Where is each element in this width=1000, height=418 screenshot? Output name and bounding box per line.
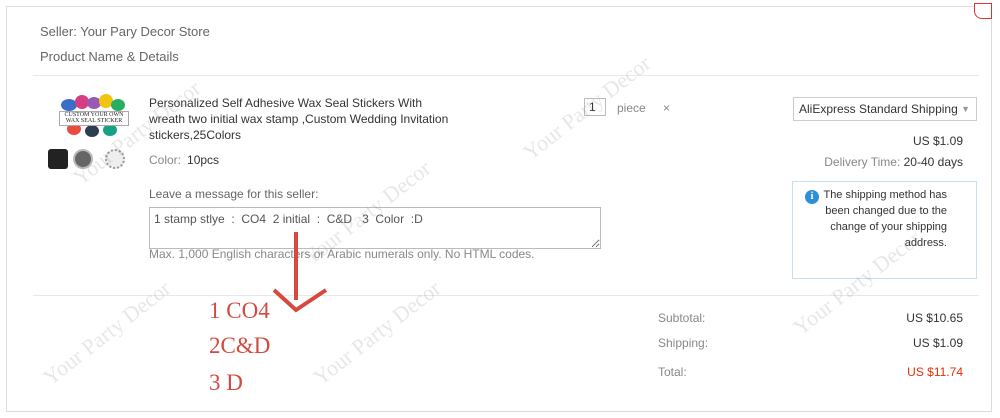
shipping-method-select[interactable]: AliExpress Standard Shipping ▼ (793, 97, 977, 121)
subtotal-label: Subtotal: (658, 311, 706, 325)
seller-name[interactable]: Seller: Your Pary Decor Store (40, 24, 210, 39)
shipping-label: Shipping: (658, 336, 709, 350)
variant-thumb-white[interactable] (105, 149, 125, 169)
shipping-method-value: AliExpress Standard Shipping (799, 102, 958, 116)
delivery-value: 20-40 days (903, 155, 963, 169)
annotation-line-3: 3 D (209, 370, 243, 395)
leave-message-label: Leave a message for this seller: (149, 187, 319, 201)
shipping-value: US $1.09 (912, 336, 963, 350)
annotation-line-2: 2C&D (209, 333, 271, 358)
multiply-sign: × (663, 101, 671, 115)
seller-message-input[interactable]: 1 stamp stlye : CO4 2 initial : C&D 3 Co… (149, 207, 601, 249)
quantity-input[interactable]: 1 (584, 98, 606, 116)
delivery-label: Delivery Time: (824, 155, 901, 169)
subtotal-value: US $10.65 (906, 311, 963, 325)
product-header: Product Name & Details (40, 49, 179, 64)
color-label: Color: (149, 153, 182, 167)
chevron-down-icon: ▼ (961, 104, 970, 114)
color-value: 10pcs (187, 153, 220, 167)
annotation-line-1: 1 CO4 (209, 298, 270, 323)
product-thumbnail[interactable]: CUSTOM YOUR OWN WAX SEAL STICKER (53, 91, 135, 139)
annotation-arrow-icon (272, 232, 328, 313)
delivery-time: Delivery Time: 20-40 days (824, 155, 963, 169)
variant-thumb-black[interactable] (48, 149, 68, 169)
divider (33, 295, 979, 296)
shipping-notice: i The shipping method has been changed d… (792, 181, 977, 279)
close-icon[interactable] (974, 3, 992, 19)
divider (33, 75, 979, 76)
total-label: Total: (658, 365, 687, 379)
variant-thumb-silver[interactable] (73, 149, 93, 169)
color-row: Color: 10pcs (149, 153, 219, 167)
order-panel: Seller: Your Pary Decor Store Product Na… (6, 3, 992, 412)
total-value: US $11.74 (907, 365, 963, 379)
product-title[interactable]: Personalized Self Adhesive Wax Seal Stic… (149, 95, 459, 143)
message-limit-note: Max. 1,000 English characters or Arabic … (149, 247, 535, 261)
shipping-notice-text: The shipping method has been changed due… (823, 189, 947, 249)
shipping-price: US $1.09 (912, 134, 963, 148)
unit-label: piece (617, 101, 646, 115)
thumbnail-label: CUSTOM YOUR OWN WAX SEAL STICKER (59, 111, 129, 126)
